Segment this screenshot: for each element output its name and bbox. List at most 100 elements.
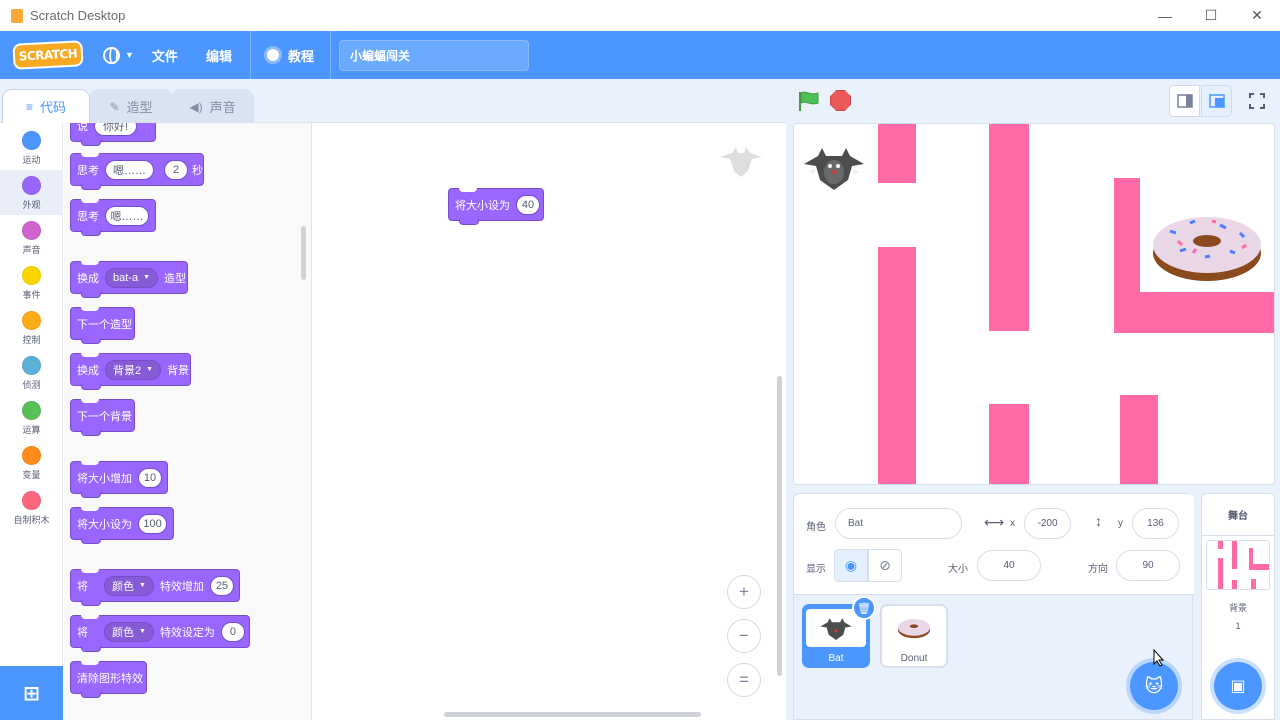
say-block[interactable]: 说 你好! <box>70 123 156 146</box>
change-size-block[interactable]: 将大小增加 10 <box>70 461 168 498</box>
fullscreen-icon <box>1248 93 1265 109</box>
bat-sprite[interactable] <box>802 142 866 192</box>
block-text: 思考 <box>77 164 99 177</box>
block-input[interactable]: 嗯…… <box>105 159 154 180</box>
size-input[interactable]: 40 <box>977 550 1041 581</box>
think-block[interactable]: 思考 嗯…… <box>70 199 156 236</box>
motion-dot-icon <box>22 131 41 150</box>
next-backdrop-block[interactable]: 下一个背景 <box>70 399 135 436</box>
globe-icon <box>103 46 120 64</box>
add-backdrop-button[interactable]: ▣ <box>1214 662 1262 710</box>
category-control[interactable]: 控制 <box>0 305 63 350</box>
category-operators[interactable]: 运算 <box>0 395 63 440</box>
script-workspace[interactable]: 将大小设为 40 + − = <box>313 123 786 720</box>
category-label: 声音 <box>22 245 41 255</box>
large-stage-button[interactable] <box>1201 85 1232 117</box>
category-sensing[interactable]: 侦测 <box>0 350 63 395</box>
minimize-button[interactable]: — <box>1142 0 1188 31</box>
backdrop-dropdown[interactable]: 背景2 ▼ <box>105 359 162 380</box>
category-sound[interactable]: 声音 <box>0 215 63 260</box>
add-sprite-button[interactable]: 🐱 <box>1130 662 1178 710</box>
brush-icon: ✎ <box>109 99 120 114</box>
file-menu[interactable]: 文件 <box>152 31 178 79</box>
block-text: 将大小设为 <box>455 199 510 212</box>
block-text: 清除图形特效 <box>77 672 143 685</box>
edit-menu[interactable]: 编辑 <box>206 31 232 79</box>
block-input[interactable]: 嗯…… <box>105 205 149 226</box>
stop-button[interactable] <box>830 90 851 111</box>
workspace-vertical-scrollbar[interactable] <box>777 376 782 676</box>
category-label: 运算 <box>22 425 41 435</box>
switch-costume-block[interactable]: 换成 bat-a ▼ 造型 <box>70 261 188 298</box>
category-looks[interactable]: 外观 <box>0 170 63 215</box>
block-input[interactable]: 10 <box>138 467 162 488</box>
category-label: 自制积木 <box>13 515 50 525</box>
zoom-reset-button[interactable]: = <box>727 663 761 697</box>
code-icon: ≡ <box>25 99 33 114</box>
maze-wall <box>1114 292 1274 333</box>
show-sprite-button[interactable]: ◉ <box>834 549 868 582</box>
zoom-in-button[interactable]: + <box>727 575 761 609</box>
small-stage-button[interactable] <box>1169 85 1200 117</box>
workspace-horizontal-scrollbar[interactable] <box>444 712 701 717</box>
tab-sounds[interactable]: ◀) 声音 <box>171 89 254 123</box>
y-input[interactable]: 136 <box>1132 508 1179 539</box>
direction-input[interactable]: 90 <box>1116 550 1180 581</box>
category-events[interactable]: 事件 <box>0 260 63 305</box>
sprite-name: Donut <box>900 653 928 664</box>
next-costume-block[interactable]: 下一个造型 <box>70 307 135 344</box>
set-effect-block[interactable]: 将 颜色 ▼ 特效设定为 0 <box>70 615 250 652</box>
category-my-blocks[interactable]: 自制积木 <box>0 485 63 530</box>
category-label: 外观 <box>22 200 41 210</box>
sprite-tile-donut[interactable]: Donut <box>880 604 948 668</box>
maze-wall <box>989 124 1029 331</box>
maximize-button[interactable]: ☐ <box>1188 0 1234 31</box>
scratch-logo[interactable]: SCRATCH <box>12 40 84 70</box>
block-input[interactable]: 100 <box>138 513 167 534</box>
fullscreen-button[interactable] <box>1241 85 1272 117</box>
palette-scrollbar[interactable] <box>301 226 306 280</box>
tab-costumes[interactable]: ✎ 造型 <box>89 89 173 123</box>
category-motion[interactable]: 运动 <box>0 125 63 170</box>
block-input[interactable]: 25 <box>209 575 234 596</box>
zoom-reset-icon: = <box>739 670 749 689</box>
block-input[interactable]: 0 <box>220 621 245 642</box>
switch-backdrop-block[interactable]: 换成 背景2 ▼ 背景 <box>70 353 191 390</box>
clear-effects-block[interactable]: 清除图形特效 <box>70 661 147 698</box>
zoom-out-button[interactable]: − <box>727 619 761 653</box>
maze-wall <box>878 247 916 484</box>
add-extension-button[interactable]: ⊞ <box>0 666 63 720</box>
block-input[interactable]: 40 <box>516 194 540 215</box>
window-titlebar: Scratch Desktop — ☐ ✕ <box>0 0 1280 31</box>
set-size-block[interactable]: 将大小设为 100 <box>70 507 174 544</box>
change-effect-block[interactable]: 将 颜色 ▼ 特效增加 25 <box>70 569 240 606</box>
set-size-script-block[interactable]: 将大小设为 40 <box>448 188 544 225</box>
delete-sprite-button[interactable]: 🗑 <box>852 596 876 620</box>
language-menu[interactable]: ▼ <box>103 31 134 79</box>
think-for-secs-block[interactable]: 思考 嗯…… 2 秒 <box>70 153 204 190</box>
trash-icon: 🗑 <box>857 602 871 615</box>
category-menu: 运动 外观 声音 事件 控制 侦测 运算 变量 自制积木 ⊞ <box>0 123 63 720</box>
menu-divider <box>329 31 331 79</box>
effect-dropdown[interactable]: 颜色 ▼ <box>104 621 154 642</box>
costume-dropdown[interactable]: bat-a ▼ <box>105 267 159 288</box>
project-title-input[interactable]: 小蝙蝠闯关 <box>338 39 529 71</box>
tab-code[interactable]: ≡ 代码 <box>2 89 90 123</box>
x-label: x <box>1010 518 1015 529</box>
close-button[interactable]: ✕ <box>1234 0 1280 31</box>
donut-sprite[interactable] <box>1150 211 1264 283</box>
x-input[interactable]: -200 <box>1024 508 1071 539</box>
stage-target-pane[interactable]: 舞台 背景 1 ▣ <box>1201 493 1275 720</box>
block-input[interactable]: 2 <box>164 159 188 180</box>
category-label: 侦测 <box>22 380 41 390</box>
tutorials-menu[interactable]: 教程 <box>266 31 314 79</box>
category-variables[interactable]: 变量 <box>0 440 63 485</box>
hide-sprite-button[interactable]: ⊘ <box>868 549 902 582</box>
block-input[interactable]: 你好! <box>94 123 138 136</box>
stage-canvas[interactable] <box>793 123 1275 485</box>
sprite-name-input[interactable]: Bat <box>835 508 962 539</box>
effect-dropdown[interactable]: 颜色 ▼ <box>104 575 154 596</box>
caret-down-icon: ▼ <box>139 582 146 589</box>
category-label: 运动 <box>22 155 41 165</box>
green-flag-button[interactable] <box>797 90 821 112</box>
